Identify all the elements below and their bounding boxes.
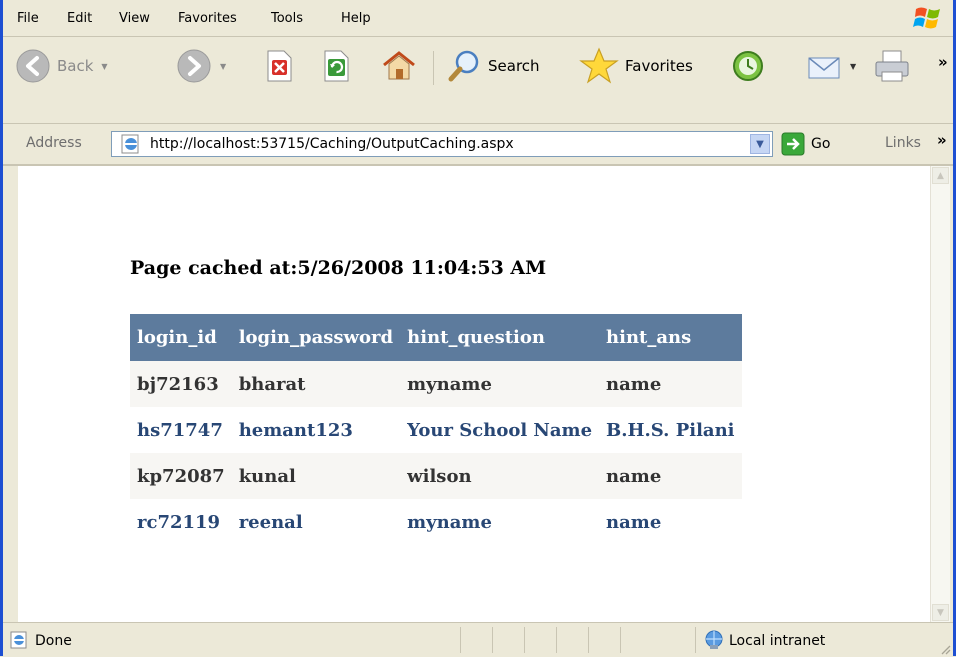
security-zone-text: Local intranet bbox=[729, 633, 826, 649]
windows-logo-icon bbox=[913, 7, 940, 29]
search-icon bbox=[448, 50, 479, 82]
history-icon bbox=[733, 51, 763, 81]
table-cell: kp72087 bbox=[130, 453, 232, 499]
column-header: hint_ans bbox=[599, 314, 742, 361]
table-row: rc72119 reenal myname name bbox=[130, 499, 742, 545]
go-button[interactable]: Go bbox=[781, 132, 830, 156]
standard-toolbar: Back ▼ ▼ Search Favorites ▼ » bbox=[3, 37, 953, 124]
status-panel-divider bbox=[492, 627, 493, 653]
home-button[interactable] bbox=[381, 45, 417, 87]
grid-header-row: login_id login_password hint_question hi… bbox=[130, 314, 742, 361]
menu-file[interactable]: File bbox=[17, 11, 39, 26]
table-cell: B.H.S. Pilani bbox=[599, 407, 742, 453]
table-row: hs71747 hemant123 Your School Name B.H.S… bbox=[130, 407, 742, 453]
table-cell: name bbox=[599, 453, 742, 499]
history-button[interactable] bbox=[730, 45, 766, 87]
address-dropdown-icon[interactable]: ▼ bbox=[750, 134, 770, 154]
table-cell: name bbox=[599, 499, 742, 545]
page-cached-label: Page cached at:5/26/2008 11:04:53 AM bbox=[130, 257, 547, 279]
go-arrow-icon bbox=[781, 132, 805, 156]
page-done-icon bbox=[10, 631, 27, 649]
status-text: Done bbox=[35, 633, 72, 649]
status-panel-divider bbox=[620, 627, 621, 653]
table-row: bj72163 bharat myname name bbox=[130, 361, 742, 407]
status-panel-divider bbox=[695, 627, 696, 653]
back-arrow-icon bbox=[16, 49, 50, 83]
table-cell: hemant123 bbox=[231, 407, 401, 453]
search-label: Search bbox=[488, 57, 540, 75]
table-cell: myname bbox=[400, 499, 600, 545]
links-overflow-chevron[interactable]: » bbox=[937, 131, 947, 149]
table-cell: bj72163 bbox=[130, 361, 232, 407]
status-panel-divider bbox=[588, 627, 589, 653]
back-dropdown-icon[interactable]: ▼ bbox=[101, 62, 107, 71]
column-header: login_password bbox=[231, 314, 401, 361]
menu-help[interactable]: Help bbox=[341, 11, 371, 26]
star-icon bbox=[579, 47, 619, 84]
vertical-scrollbar[interactable]: ▲ ▼ bbox=[930, 166, 950, 622]
status-panel-divider bbox=[524, 627, 525, 653]
address-bar: Address http://localhost:53715/Caching/O… bbox=[3, 124, 953, 166]
printer-icon bbox=[875, 50, 909, 82]
favorites-button[interactable]: Favorites bbox=[579, 45, 693, 87]
mail-icon bbox=[808, 57, 840, 79]
toolbar-overflow-chevron[interactable]: » bbox=[938, 53, 948, 71]
resize-grip-icon[interactable] bbox=[939, 643, 951, 655]
table-cell: myname bbox=[400, 361, 600, 407]
mail-button[interactable]: ▼ bbox=[806, 45, 856, 87]
refresh-icon bbox=[324, 50, 349, 82]
forward-arrow-icon bbox=[177, 49, 211, 83]
search-button[interactable]: Search bbox=[446, 45, 540, 87]
menu-edit[interactable]: Edit bbox=[67, 11, 92, 26]
status-bar: Done Local intranet bbox=[3, 622, 953, 657]
local-intranet-icon bbox=[705, 630, 723, 649]
stop-icon bbox=[267, 50, 292, 82]
toolbar-separator bbox=[433, 51, 434, 85]
address-url: http://localhost:53715/Caching/OutputCac… bbox=[150, 136, 514, 152]
table-cell: rc72119 bbox=[130, 499, 232, 545]
table-cell: name bbox=[599, 361, 742, 407]
status-panel-divider bbox=[460, 627, 461, 653]
column-header: hint_question bbox=[400, 314, 600, 361]
back-button[interactable]: Back ▼ bbox=[15, 45, 108, 87]
back-label: Back bbox=[57, 57, 94, 75]
home-icon bbox=[383, 51, 415, 80]
print-button[interactable] bbox=[873, 45, 913, 87]
column-header: login_id bbox=[130, 314, 232, 361]
refresh-button[interactable] bbox=[321, 45, 351, 87]
login-grid: login_id login_password hint_question hi… bbox=[130, 314, 742, 545]
address-label: Address bbox=[26, 135, 82, 151]
menu-bar: File Edit View Favorites Tools Help bbox=[3, 0, 953, 37]
forward-dropdown-icon[interactable]: ▼ bbox=[220, 62, 226, 71]
table-cell: kunal bbox=[231, 453, 401, 499]
ie-page-icon bbox=[121, 134, 139, 154]
menu-tools[interactable]: Tools bbox=[271, 11, 303, 26]
go-label: Go bbox=[811, 136, 831, 152]
page-content: Page cached at:5/26/2008 11:04:53 AM log… bbox=[18, 166, 930, 622]
mail-dropdown-icon[interactable]: ▼ bbox=[850, 62, 856, 71]
table-cell: hs71747 bbox=[130, 407, 232, 453]
scroll-down-arrow-icon[interactable]: ▼ bbox=[932, 604, 949, 621]
forward-button[interactable]: ▼ bbox=[176, 45, 226, 87]
stop-button[interactable] bbox=[264, 45, 294, 87]
table-cell: bharat bbox=[231, 361, 401, 407]
table-cell: Your School Name bbox=[400, 407, 600, 453]
table-row: kp72087 kunal wilson name bbox=[130, 453, 742, 499]
address-input[interactable]: http://localhost:53715/Caching/OutputCac… bbox=[111, 131, 773, 157]
links-label[interactable]: Links bbox=[885, 135, 921, 151]
scroll-up-arrow-icon[interactable]: ▲ bbox=[932, 167, 949, 184]
menu-view[interactable]: View bbox=[119, 11, 150, 26]
table-cell: wilson bbox=[400, 453, 600, 499]
status-panel-divider bbox=[556, 627, 557, 653]
menu-favorites[interactable]: Favorites bbox=[178, 11, 237, 26]
favorites-label: Favorites bbox=[625, 57, 693, 75]
table-cell: reenal bbox=[231, 499, 401, 545]
